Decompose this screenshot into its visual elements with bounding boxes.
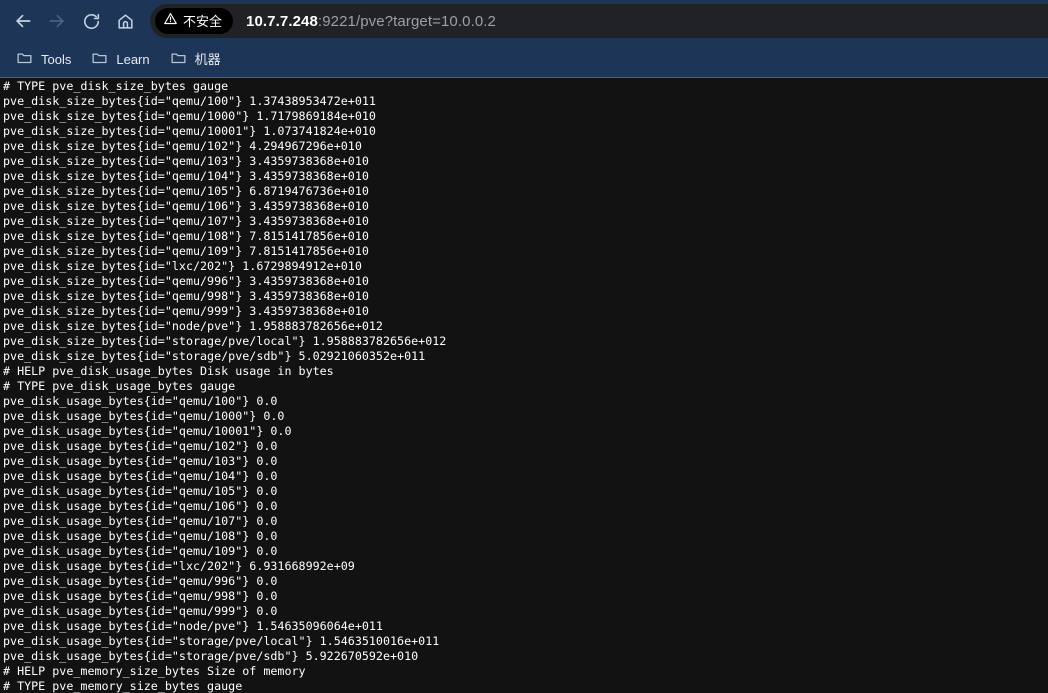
warning-triangle-icon xyxy=(163,11,178,31)
address-bar[interactable]: 不安全 10.7.7.248:9221/pve?target=10.0.0.2 xyxy=(150,4,1048,38)
forward-arrow-icon xyxy=(47,11,67,31)
back-arrow-icon xyxy=(13,11,33,31)
home-icon xyxy=(116,12,135,31)
back-button[interactable] xyxy=(6,4,40,38)
metrics-text: # TYPE pve_disk_size_bytes gauge pve_dis… xyxy=(3,79,447,693)
bookmark-folder-learn[interactable]: Learn xyxy=(87,46,159,74)
folder-icon xyxy=(91,49,108,71)
bookmark-folder-tools[interactable]: Tools xyxy=(12,46,81,74)
forward-button[interactable] xyxy=(40,4,74,38)
bookmark-label: Learn xyxy=(116,52,150,67)
folder-icon xyxy=(16,49,33,71)
browser-toolbar: 不安全 10.7.7.248:9221/pve?target=10.0.0.2 xyxy=(0,0,1048,42)
url-display[interactable]: 10.7.7.248:9221/pve?target=10.0.0.2 xyxy=(246,13,496,30)
home-button[interactable] xyxy=(108,4,142,38)
security-status-label: 不安全 xyxy=(183,13,223,29)
browser-window: 不安全 10.7.7.248:9221/pve?target=10.0.0.2 … xyxy=(0,0,1048,693)
security-status-badge[interactable]: 不安全 xyxy=(155,8,234,34)
folder-icon xyxy=(170,49,187,71)
bookmark-folder-machines[interactable]: 机器 xyxy=(166,46,231,74)
reload-icon xyxy=(82,12,101,31)
page-content: # TYPE pve_disk_size_bytes gauge pve_dis… xyxy=(0,78,1048,693)
bookmark-label: 机器 xyxy=(194,52,221,67)
reload-button[interactable] xyxy=(74,4,108,38)
bookmark-label: Tools xyxy=(41,52,72,67)
url-host: 10.7.7.248 xyxy=(246,12,318,30)
bookmarks-bar: Tools Learn 机器 xyxy=(0,42,1048,78)
url-path: :9221/pve?target=10.0.0.2 xyxy=(317,12,496,30)
